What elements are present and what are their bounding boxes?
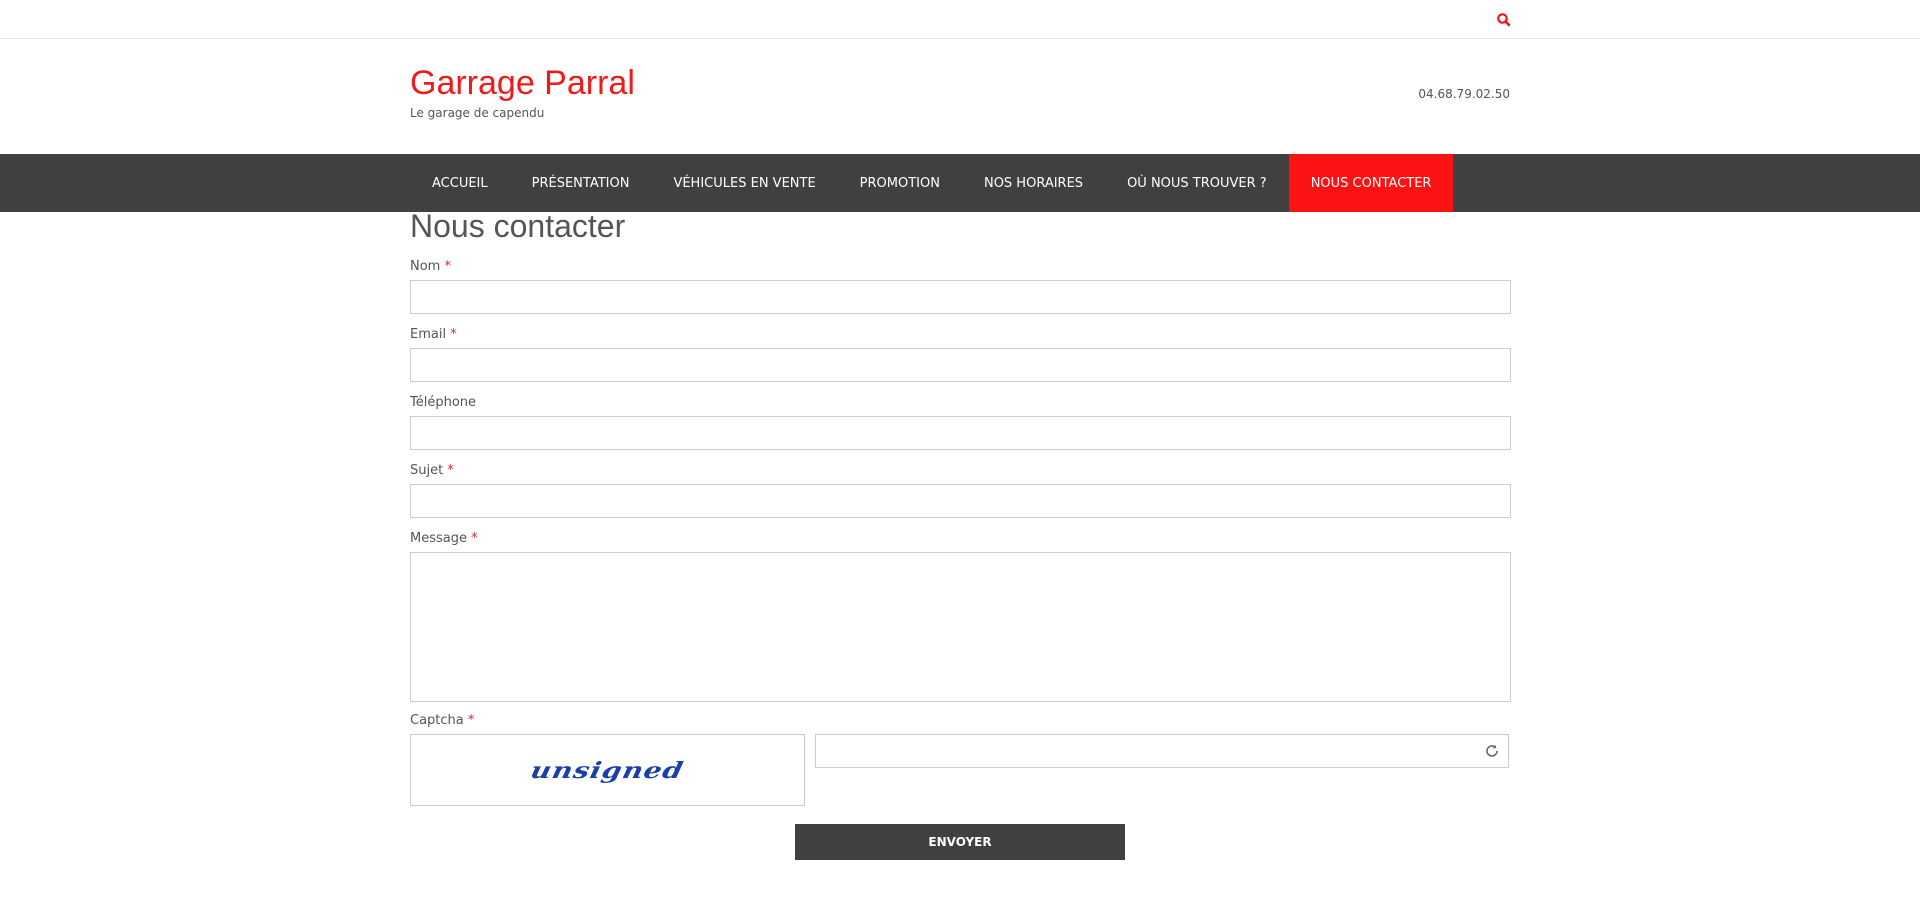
top-bar bbox=[0, 0, 1920, 39]
phone-number: 04.68.79.02.50 bbox=[1418, 87, 1510, 101]
page-title: Nous contacter bbox=[410, 208, 626, 244]
captcha-image: unsigned bbox=[410, 734, 805, 806]
main-content: Nous contacter Nom * Email * Téléphone S… bbox=[410, 208, 1511, 860]
required-mark: * bbox=[471, 531, 478, 546]
email-field[interactable] bbox=[410, 348, 1511, 382]
captcha-label-text: Captcha bbox=[410, 713, 464, 728]
required-mark: * bbox=[444, 259, 451, 274]
phone-label: Téléphone bbox=[410, 396, 1511, 416]
contact-form: Nom * Email * Téléphone Sujet * Message … bbox=[410, 260, 1511, 860]
nav-item-vehicules[interactable]: VÉHICULES EN VENTE bbox=[651, 154, 837, 212]
submit-button[interactable]: ENVOYER bbox=[795, 824, 1125, 860]
captcha-row: unsigned ENVOYER bbox=[410, 734, 1511, 860]
refresh-icon[interactable] bbox=[1484, 743, 1500, 759]
site-title[interactable]: Garrage Parral bbox=[410, 63, 635, 104]
required-mark: * bbox=[467, 713, 475, 728]
name-field[interactable] bbox=[410, 280, 1511, 314]
subject-field[interactable] bbox=[410, 484, 1511, 518]
site-tagline: Le garage de capendu bbox=[410, 106, 545, 120]
name-label: Nom * bbox=[410, 260, 1511, 280]
subject-label-text: Sujet bbox=[410, 463, 444, 478]
nav-item-trouver[interactable]: OÙ NOUS TROUVER ? bbox=[1105, 154, 1289, 212]
captcha-field[interactable] bbox=[816, 735, 1476, 767]
phone-label-text: Téléphone bbox=[410, 395, 477, 410]
nav-item-accueil[interactable]: ACCUEIL bbox=[410, 154, 510, 212]
phone-field[interactable] bbox=[410, 416, 1511, 450]
site-header: Garrage Parral Le garage de capendu 04.6… bbox=[0, 39, 1920, 154]
search-icon[interactable] bbox=[1496, 12, 1512, 28]
nav-item-presentation[interactable]: PRÉSENTATION bbox=[510, 154, 652, 212]
message-label-text: Message bbox=[410, 531, 467, 546]
name-label-text: Nom bbox=[410, 259, 441, 274]
nav-item-contact[interactable]: NOUS CONTACTER bbox=[1288, 154, 1454, 212]
nav-item-horaires[interactable]: NOS HORAIRES bbox=[962, 154, 1105, 212]
captcha-label: Captcha * bbox=[410, 714, 1511, 734]
email-label-text: Email bbox=[410, 327, 447, 342]
message-field[interactable] bbox=[410, 552, 1511, 702]
email-label: Email * bbox=[410, 328, 1511, 348]
required-mark: * bbox=[450, 327, 457, 342]
subject-label: Sujet * bbox=[410, 464, 1511, 484]
captcha-input-wrapper bbox=[815, 734, 1509, 768]
nav-item-promotion[interactable]: PROMOTION bbox=[838, 154, 962, 212]
captcha-image-text: unsigned bbox=[528, 756, 687, 784]
required-mark: * bbox=[447, 463, 454, 478]
message-label: Message * bbox=[410, 532, 1511, 552]
main-navigation: ACCUEIL PRÉSENTATION VÉHICULES EN VENTE … bbox=[0, 154, 1920, 212]
